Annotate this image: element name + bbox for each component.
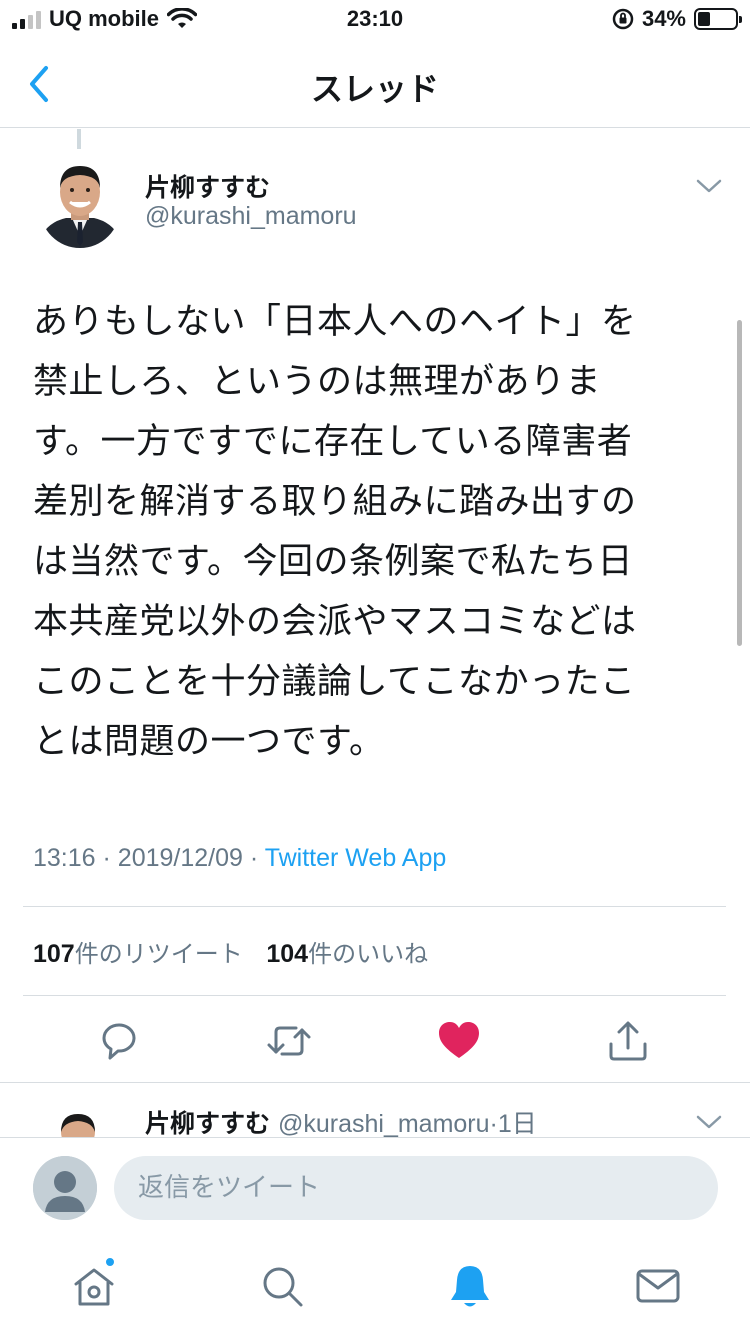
tweet-meta: 13:16 · 2019/12/09 · Twitter Web App — [33, 844, 446, 873]
chevron-down-icon — [696, 1115, 722, 1129]
divider — [23, 906, 726, 907]
retweet-count: 107 — [33, 940, 75, 968]
status-bar: UQ mobile 23:10 34% — [0, 0, 750, 40]
retweet-count-link[interactable]: 107件のリツイート — [33, 934, 243, 969]
tweet-menu-button[interactable] — [694, 174, 724, 198]
reply-icon — [102, 1023, 136, 1060]
status-bar-right: 34% — [612, 6, 742, 32]
reply-avatar[interactable] — [55, 1110, 101, 1138]
tweet-line: す。一方ですでに存在している障害者 — [33, 422, 633, 462]
divider — [23, 995, 726, 996]
tweet-time: 13:16 — [33, 844, 96, 872]
home-icon — [74, 1268, 114, 1306]
reply-composer — [0, 1137, 750, 1237]
retweet-icon — [267, 1026, 311, 1056]
tweet-date: 2019/12/09 — [117, 844, 243, 872]
scrollbar[interactable] — [737, 320, 742, 646]
reply-header: 片柳すすむ @kurashi_mamoru·1日 — [145, 1104, 537, 1140]
share-button[interactable] — [605, 1018, 651, 1064]
reply-author-name[interactable]: 片柳すすむ — [145, 1109, 270, 1138]
battery-level — [698, 12, 711, 26]
like-button[interactable] — [436, 1018, 482, 1064]
reply-button[interactable] — [96, 1018, 142, 1064]
search-icon — [263, 1267, 303, 1307]
nav-bar: スレッド — [0, 40, 750, 128]
meta-separator: · — [249, 844, 259, 872]
tweet-line: とは問題の一つです。 — [33, 722, 385, 762]
retweet-label: 件のリツイート — [74, 940, 243, 968]
tweet-line: 本共産党以外の会派やマスコミなどは — [33, 602, 637, 642]
tweet-text: ありもしない「日本人へのヘイト」を 禁止しろ、というのは無理がありま す。一方で… — [33, 292, 713, 772]
reply-input[interactable] — [114, 1156, 718, 1220]
like-count: 104 — [266, 940, 309, 968]
tweet-line: 差別を解消する取り組みに踏み出すの — [33, 482, 637, 522]
divider — [0, 1082, 750, 1083]
user-avatar[interactable] — [33, 1156, 97, 1220]
profile-photo — [40, 158, 120, 248]
reply-separator: · — [489, 1110, 498, 1138]
retweet-button[interactable] — [266, 1018, 312, 1064]
like-label: 件のいいね — [308, 940, 429, 968]
tab-messages[interactable] — [634, 1262, 682, 1310]
like-icon — [439, 1022, 479, 1058]
tab-search[interactable] — [258, 1262, 306, 1310]
page-title: スレッド — [310, 70, 439, 108]
chevron-down-icon — [696, 179, 722, 193]
author-name[interactable]: 片柳すすむ — [145, 168, 270, 204]
messages-icon — [636, 1269, 680, 1303]
tweet-source-link[interactable]: Twitter Web App — [265, 844, 447, 872]
orientation-lock-icon — [612, 8, 634, 30]
reply-author-handle[interactable]: @kurashi_mamoru — [278, 1110, 490, 1138]
battery-icon — [694, 8, 742, 30]
battery-percent: 34% — [641, 6, 686, 31]
share-icon — [609, 1021, 647, 1061]
thread-connector-line — [77, 129, 81, 149]
reply-age: 1日 — [497, 1110, 537, 1138]
default-avatar-icon — [33, 1156, 97, 1220]
reply-menu-button[interactable] — [694, 1110, 724, 1134]
tweet-stats: 107件のリツイート 104件のいいね — [33, 934, 444, 969]
home-unread-dot — [104, 1256, 116, 1268]
tab-home[interactable] — [70, 1262, 118, 1310]
tab-notifications[interactable] — [446, 1262, 494, 1310]
notifications-icon — [451, 1266, 489, 1307]
avatar[interactable] — [40, 158, 120, 248]
tweet-actions — [0, 1018, 750, 1064]
tab-bar — [0, 1240, 750, 1334]
tweet-line: 禁止しろ、というのは無理がありま — [33, 362, 602, 402]
profile-photo — [55, 1110, 101, 1138]
meta-separator: · — [102, 844, 111, 872]
like-count-link[interactable]: 104件のいいね — [266, 934, 428, 969]
author-handle[interactable]: @kurashi_mamoru — [145, 202, 357, 231]
tweet-line: ありもしない「日本人へのヘイト」を — [33, 302, 637, 342]
tweet-line: このことを十分議論してこなかったこ — [33, 662, 636, 702]
tweet-line: は当然です。今回の条例案で私たち日 — [33, 542, 634, 582]
